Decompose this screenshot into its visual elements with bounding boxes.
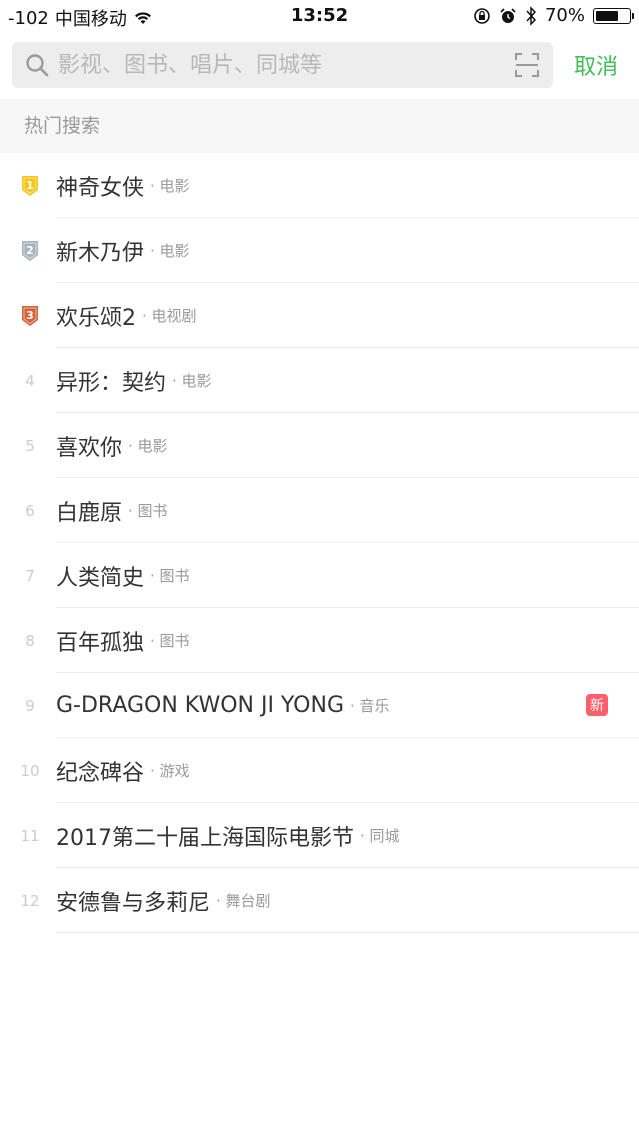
item-title: 异形：契约 — [56, 370, 167, 396]
item-text: 人类简史 · 图书 — [56, 543, 190, 608]
item-category: · 同城 — [360, 827, 400, 845]
item-title: 新木乃伊 — [56, 240, 145, 266]
item-title: 人类简史 — [56, 565, 145, 591]
item-text: 欢乐颂2 · 电视剧 — [56, 283, 197, 348]
battery-icon — [593, 7, 634, 24]
item-category: · 游戏 — [150, 762, 190, 780]
item-category: · 图书 — [150, 567, 190, 585]
item-category: · 电影 — [172, 372, 212, 390]
battery-level — [596, 10, 619, 21]
alarm-icon — [500, 7, 516, 23]
item-title: 纪念碑谷 — [56, 760, 145, 786]
hot-search-item[interactable]: 6 白鹿原 · 图书 — [0, 478, 639, 543]
hot-search-item[interactable]: 9 G-DRAGON KWON JI YONG · 音乐 新 — [0, 673, 639, 738]
item-text: 喜欢你 · 电影 — [56, 413, 168, 478]
search-box[interactable] — [12, 42, 553, 88]
rank-number: 6 — [25, 502, 35, 520]
hot-search-header: 热门搜索 — [0, 99, 639, 153]
hot-search-item[interactable]: 12 安德鲁与多莉尼 · 舞台剧 — [0, 868, 639, 933]
item-text: 新木乃伊 · 电影 — [56, 218, 190, 283]
hot-search-item[interactable]: 3 欢乐颂2 · 电视剧 — [0, 283, 639, 348]
hot-search-item[interactable]: 11 2017第二十届上海国际电影节 · 同城 — [0, 803, 639, 868]
item-title: 欢乐颂2 — [56, 305, 136, 331]
item-text: 百年孤独 · 图书 — [56, 608, 190, 673]
search-input[interactable] — [58, 50, 498, 80]
rank-number: 5 — [25, 437, 35, 455]
cancel-button[interactable]: 取消 — [565, 42, 627, 88]
rank-number: 8 — [25, 632, 35, 650]
rank-number: 7 — [25, 567, 35, 585]
status-bar-right: 70% — [473, 5, 634, 26]
hot-search-item[interactable]: 4 异形：契约 · 电影 — [0, 348, 639, 413]
hot-search-item[interactable]: 10 纪念碑谷 · 游戏 — [0, 738, 639, 803]
medal-gold-icon: 1 — [20, 175, 40, 197]
item-title: 神奇女侠 — [56, 175, 145, 201]
item-title: 2017第二十届上海国际电影节 — [56, 825, 354, 851]
hot-search-list: 1 神奇女侠 · 电影 2 新木乃伊 · 电影 3 欢乐颂2 · 电视剧 4 异形：契约 · 电影 5 喜… — [0, 153, 639, 933]
rank-number: 1 — [26, 179, 34, 192]
hot-search-item[interactable]: 7 人类简史 · 图书 — [0, 543, 639, 608]
hot-search-item[interactable]: 8 百年孤独 · 图书 — [0, 608, 639, 673]
scan-icon[interactable] — [515, 53, 539, 77]
divider — [56, 932, 639, 933]
item-title: 白鹿原 — [56, 500, 123, 526]
rotation-lock-icon — [474, 7, 490, 24]
item-text: 白鹿原 · 图书 — [56, 478, 168, 543]
item-title: 喜欢你 — [56, 435, 123, 461]
item-text: 安德鲁与多莉尼 · 舞台剧 — [56, 868, 271, 933]
item-title: G-DRAGON KWON JI YONG — [56, 693, 344, 718]
hot-search-item[interactable]: 5 喜欢你 · 电影 — [0, 413, 639, 478]
medal-silver-icon: 2 — [20, 240, 40, 262]
item-title: 百年孤独 — [56, 630, 145, 656]
rank-number: 9 — [25, 697, 35, 715]
item-category: · 图书 — [150, 632, 190, 650]
search-icon — [26, 54, 49, 77]
item-category: · 电影 — [128, 437, 168, 455]
item-category: · 电视剧 — [142, 307, 197, 325]
rank-number: 12 — [20, 892, 40, 910]
search-row: 取消 — [12, 42, 627, 88]
item-category: · 图书 — [128, 502, 168, 520]
item-category: · 电影 — [150, 177, 190, 195]
hot-search-item[interactable]: 2 新木乃伊 · 电影 — [0, 218, 639, 283]
rank-number: 4 — [25, 372, 35, 390]
item-category: · 舞台剧 — [216, 892, 271, 910]
rank-number: 11 — [20, 827, 40, 845]
item-category: · 音乐 — [350, 697, 390, 715]
new-badge: 新 — [586, 694, 608, 716]
item-text: G-DRAGON KWON JI YONG · 音乐 — [56, 673, 390, 738]
item-title: 安德鲁与多莉尼 — [56, 890, 211, 916]
item-text: 异形：契约 · 电影 — [56, 348, 212, 413]
rank-number: 3 — [26, 309, 34, 322]
rank-number: 10 — [20, 762, 40, 780]
status-bar: -102 中国移动 13:52 70% — [0, 0, 639, 34]
bluetooth-icon — [526, 5, 537, 26]
item-text: 神奇女侠 · 电影 — [56, 153, 190, 218]
item-category: · 电影 — [150, 242, 190, 260]
rank-number: 2 — [26, 244, 34, 257]
item-text: 纪念碑谷 · 游戏 — [56, 738, 190, 803]
hot-search-item[interactable]: 1 神奇女侠 · 电影 — [0, 153, 639, 218]
medal-bronze-icon: 3 — [20, 305, 40, 327]
battery-percent: 70% — [544, 5, 585, 26]
item-text: 2017第二十届上海国际电影节 · 同城 — [56, 803, 400, 868]
